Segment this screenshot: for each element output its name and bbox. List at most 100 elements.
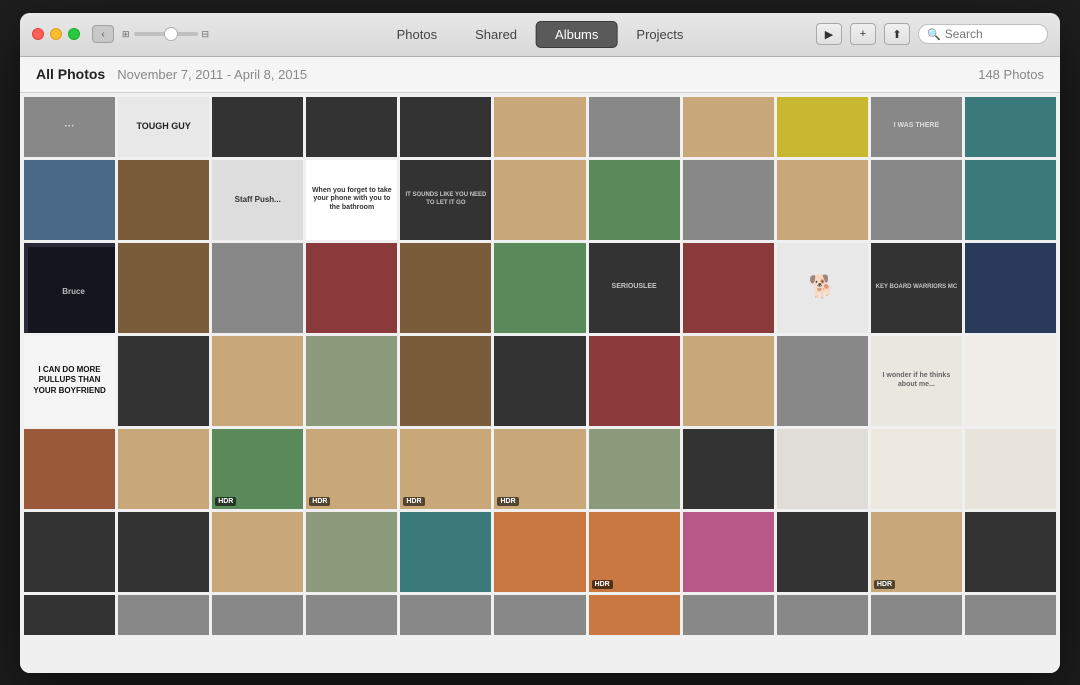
photo-cell[interactable]: HDR bbox=[589, 512, 680, 592]
photo-cell[interactable] bbox=[118, 336, 209, 426]
photo-cell[interactable] bbox=[400, 512, 491, 592]
photo-cell[interactable] bbox=[589, 97, 680, 157]
photo-cell[interactable] bbox=[589, 336, 680, 426]
photo-cell[interactable] bbox=[494, 336, 585, 426]
photo-cell[interactable]: 🐕 bbox=[777, 243, 868, 333]
photo-cell[interactable] bbox=[306, 243, 397, 333]
photo-cell[interactable]: HDR bbox=[494, 429, 585, 509]
photo-cell[interactable] bbox=[777, 512, 868, 592]
photo-cell[interactable]: HDR bbox=[306, 429, 397, 509]
photo-cell[interactable]: Staff Push... bbox=[212, 160, 303, 240]
photo-cell[interactable] bbox=[24, 512, 115, 592]
photo-cell[interactable] bbox=[494, 97, 585, 157]
add-button[interactable]: + bbox=[850, 23, 876, 45]
zoom-slider[interactable]: ⊞ ⊟ bbox=[122, 29, 209, 40]
close-button[interactable] bbox=[32, 28, 44, 40]
tab-shared[interactable]: Shared bbox=[456, 21, 536, 48]
photo-cell[interactable] bbox=[212, 336, 303, 426]
photo-cell[interactable]: ··· bbox=[24, 97, 115, 157]
photo-cell[interactable] bbox=[212, 595, 303, 635]
photo-cell[interactable]: SERIOUSLEE bbox=[589, 243, 680, 333]
photo-cell[interactable] bbox=[683, 336, 774, 426]
photo-cell[interactable] bbox=[871, 595, 962, 635]
photo-cell[interactable] bbox=[871, 160, 962, 240]
photo-cell[interactable] bbox=[306, 336, 397, 426]
photo-cell[interactable]: I CAN DO MORE PULLUPS THAN YOUR BOYFRIEN… bbox=[24, 336, 115, 426]
photo-cell[interactable] bbox=[494, 160, 585, 240]
photo-cell[interactable]: HDR bbox=[871, 512, 962, 592]
photo-cell[interactable] bbox=[777, 336, 868, 426]
photo-cell[interactable] bbox=[212, 243, 303, 333]
photo-cell[interactable] bbox=[683, 243, 774, 333]
photo-cell[interactable]: Bruce bbox=[24, 243, 115, 333]
photo-cell[interactable] bbox=[683, 429, 774, 509]
photo-cell[interactable] bbox=[965, 429, 1056, 509]
photo-cell[interactable] bbox=[589, 595, 680, 635]
photo-cell[interactable] bbox=[777, 595, 868, 635]
photo-cell[interactable] bbox=[965, 160, 1056, 240]
tab-projects[interactable]: Projects bbox=[617, 21, 702, 48]
search-box[interactable]: 🔍 bbox=[918, 24, 1048, 44]
photo-cell[interactable] bbox=[400, 97, 491, 157]
photo-cell[interactable]: HDR bbox=[212, 429, 303, 509]
photo-cell[interactable] bbox=[24, 429, 115, 509]
photo-cell[interactable]: I wonder if he thinks about me... bbox=[871, 336, 962, 426]
share-button[interactable]: ⬆ bbox=[884, 23, 910, 45]
photo-cell[interactable] bbox=[118, 243, 209, 333]
photo-cell[interactable] bbox=[965, 243, 1056, 333]
photo-cell[interactable] bbox=[965, 97, 1056, 157]
slider-track[interactable] bbox=[134, 32, 198, 36]
photo-cell[interactable] bbox=[118, 595, 209, 635]
photo-cell[interactable] bbox=[24, 160, 115, 240]
photo-cell[interactable] bbox=[306, 97, 397, 157]
photo-cell[interactable] bbox=[965, 595, 1056, 635]
hdr-badge: HDR bbox=[592, 580, 613, 589]
photo-cell[interactable] bbox=[777, 160, 868, 240]
photo-cell[interactable]: IT SOUNDS LIKE YOU NEED TO LET IT GO bbox=[400, 160, 491, 240]
photo-row: Staff Push... When you forget to take yo… bbox=[24, 160, 1056, 240]
photo-cell[interactable] bbox=[212, 512, 303, 592]
minimize-button[interactable] bbox=[50, 28, 62, 40]
photo-cell[interactable] bbox=[400, 595, 491, 635]
photo-cell[interactable] bbox=[400, 243, 491, 333]
photo-cell[interactable] bbox=[118, 160, 209, 240]
photo-cell[interactable] bbox=[589, 160, 680, 240]
photo-cell[interactable] bbox=[306, 512, 397, 592]
photo-cell[interactable] bbox=[683, 595, 774, 635]
photo-cell[interactable]: I WAS THERE bbox=[871, 97, 962, 157]
photo-cell[interactable] bbox=[494, 595, 585, 635]
photo-cell[interactable] bbox=[965, 336, 1056, 426]
photo-cell[interactable]: TOUGH GUY bbox=[118, 97, 209, 157]
photo-cell[interactable] bbox=[24, 595, 115, 635]
photo-placeholder: ··· bbox=[24, 97, 115, 157]
photo-cell[interactable]: KEY BOARD WARRIORS MC bbox=[871, 243, 962, 333]
photo-cell[interactable] bbox=[589, 429, 680, 509]
photo-cell[interactable] bbox=[965, 512, 1056, 592]
back-button[interactable]: ‹ bbox=[92, 25, 114, 43]
tab-albums[interactable]: Albums bbox=[536, 21, 617, 48]
photo-placeholder: I wonder if he thinks about me... bbox=[871, 336, 962, 426]
photo-cell[interactable] bbox=[494, 243, 585, 333]
photo-cell[interactable] bbox=[683, 512, 774, 592]
photo-cell[interactable]: When you forget to take your phone with … bbox=[306, 160, 397, 240]
photo-cell[interactable] bbox=[494, 512, 585, 592]
tab-photos[interactable]: Photos bbox=[378, 21, 456, 48]
play-button[interactable]: ▶ bbox=[816, 23, 842, 45]
fullscreen-button[interactable] bbox=[68, 28, 80, 40]
photo-cell[interactable] bbox=[118, 512, 209, 592]
photo-cell[interactable] bbox=[871, 429, 962, 509]
nav-tabs: Photos Shared Albums Projects bbox=[378, 21, 703, 48]
search-input[interactable] bbox=[945, 27, 1039, 41]
photo-cell[interactable] bbox=[683, 97, 774, 157]
photo-cell[interactable]: HDR bbox=[400, 429, 491, 509]
photo-row: HDR HDR bbox=[24, 512, 1056, 592]
photo-cell[interactable] bbox=[400, 336, 491, 426]
photo-cell[interactable] bbox=[306, 595, 397, 635]
photo-cell[interactable] bbox=[777, 429, 868, 509]
photo-cell[interactable] bbox=[118, 429, 209, 509]
photo-cell[interactable] bbox=[683, 160, 774, 240]
photo-cell[interactable] bbox=[777, 97, 868, 157]
photo-cell[interactable] bbox=[212, 97, 303, 157]
photo-placeholder: KEY BOARD WARRIORS MC bbox=[871, 243, 962, 333]
slider-thumb[interactable] bbox=[164, 27, 178, 41]
